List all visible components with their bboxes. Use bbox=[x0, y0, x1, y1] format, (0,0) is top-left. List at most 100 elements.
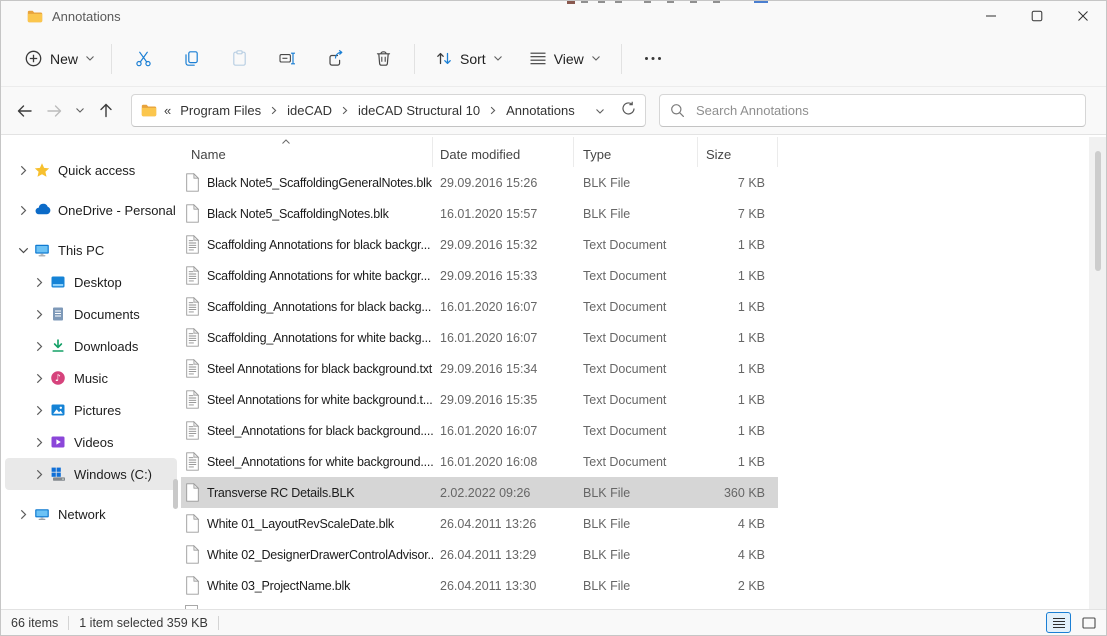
chevron-right-icon[interactable] bbox=[31, 469, 47, 480]
chevron-right-icon[interactable] bbox=[31, 309, 47, 320]
large-icons-view-icon bbox=[1082, 617, 1096, 629]
table-row[interactable]: White 01_LayoutRevScaleDate.blk26.04.201… bbox=[181, 508, 778, 539]
maximize-icon bbox=[1031, 10, 1043, 22]
blk-file-icon bbox=[185, 514, 200, 533]
sidebar-item-downloads[interactable]: Downloads bbox=[5, 330, 177, 362]
toolbar-separator bbox=[414, 44, 415, 74]
table-row[interactable]: Steel Annotations for white background.t… bbox=[181, 384, 778, 415]
breadcrumb-item-annotations[interactable]: Annotations bbox=[505, 101, 576, 120]
column-headers: Name Date modified Type Size bbox=[181, 137, 778, 167]
text-file-icon bbox=[185, 297, 200, 316]
chevron-right-icon[interactable] bbox=[15, 205, 31, 216]
table-row[interactable]: Black Note5_ScaffoldingNotes.blk16.01.20… bbox=[181, 198, 778, 229]
see-more-button[interactable] bbox=[634, 41, 672, 77]
chevron-right-icon[interactable] bbox=[31, 341, 47, 352]
table-row[interactable]: Scaffolding_Annotations for white backg.… bbox=[181, 322, 778, 353]
file-name: White 01_LayoutRevScaleDate.blk bbox=[207, 517, 394, 531]
table-row[interactable]: Scaffolding Annotations for black backgr… bbox=[181, 229, 778, 260]
file-name-cell: Scaffolding Annotations for white backgr… bbox=[181, 266, 433, 285]
view-button[interactable]: View bbox=[520, 45, 610, 73]
file-date: 16.01.2020 16:07 bbox=[433, 331, 574, 345]
tree-chevron-down-icon[interactable] bbox=[15, 247, 31, 254]
paste-button[interactable] bbox=[220, 41, 258, 77]
chevron-right-icon[interactable] bbox=[31, 437, 47, 448]
file-name: White 02_DesignerDrawerControlAdvisor...… bbox=[207, 548, 433, 562]
file-size: 1 KB bbox=[698, 269, 778, 283]
sidebar-item-music[interactable]: ♪Music bbox=[5, 362, 177, 394]
file-size: 1 KB bbox=[698, 331, 778, 345]
breadcrumb-item-idecad-structural-10[interactable]: ideCAD Structural 10 bbox=[357, 101, 481, 120]
column-header-size[interactable]: Size bbox=[698, 137, 778, 167]
table-row[interactable]: Black Note5_ScaffoldingGeneralNotes.blk2… bbox=[181, 167, 778, 198]
refresh-icon bbox=[621, 101, 636, 116]
text-file-icon bbox=[185, 328, 200, 347]
sidebar-item-this-pc[interactable]: This PC bbox=[5, 234, 177, 266]
sidebar-item-videos[interactable]: Videos bbox=[5, 426, 177, 458]
table-row[interactable]: Transverse RC Details.BLK2.02.2022 09:26… bbox=[181, 477, 778, 508]
close-button[interactable] bbox=[1060, 1, 1106, 31]
delete-button[interactable] bbox=[364, 41, 402, 77]
sidebar-item-onedrive-personal[interactable]: OneDrive - Personal bbox=[5, 194, 177, 226]
file-type: Text Document bbox=[574, 238, 698, 252]
pictures-icon bbox=[49, 402, 67, 418]
recent-locations-button[interactable] bbox=[69, 96, 91, 126]
column-header-type[interactable]: Type bbox=[574, 137, 698, 167]
chevron-right-icon[interactable] bbox=[31, 405, 47, 416]
address-dropdown-button[interactable] bbox=[595, 102, 605, 120]
vertical-scrollbar[interactable] bbox=[1089, 137, 1106, 609]
file-name-cell: Black Note5_ScaffoldingGeneralNotes.blk bbox=[181, 173, 433, 192]
copy-button[interactable] bbox=[172, 41, 210, 77]
sidebar-item-quick-access[interactable]: Quick access bbox=[5, 154, 177, 186]
sort-button[interactable]: Sort bbox=[426, 44, 512, 73]
chevron-right-icon[interactable] bbox=[31, 277, 47, 288]
file-name: Steel_Annotations for white background..… bbox=[207, 455, 433, 469]
chevron-right-icon[interactable] bbox=[15, 509, 31, 520]
table-row[interactable]: White 02_DesignerDrawerControlAdvisor...… bbox=[181, 539, 778, 570]
status-bar: 66 items 1 item selected 359 KB bbox=[1, 609, 1106, 635]
maximize-button[interactable] bbox=[1014, 1, 1060, 31]
chevron-right-icon[interactable] bbox=[15, 165, 31, 176]
table-row[interactable]: White 03_ProjectName.blk26.04.2011 13:30… bbox=[181, 570, 778, 601]
titlebar[interactable]: Annotations bbox=[1, 1, 1106, 31]
minimize-button[interactable] bbox=[968, 1, 1014, 31]
new-button[interactable]: New bbox=[15, 43, 104, 74]
file-name-cell: White 03_ProjectName.blk bbox=[181, 576, 433, 595]
cut-button[interactable] bbox=[124, 41, 162, 77]
large-icons-view-button[interactable] bbox=[1076, 612, 1101, 633]
search-input[interactable] bbox=[694, 102, 1075, 119]
file-size: 1 KB bbox=[698, 238, 778, 252]
sidebar-scrollbar-thumb[interactable] bbox=[173, 479, 178, 509]
chevron-right-icon[interactable] bbox=[31, 373, 47, 384]
file-explorer-window: Annotations New Sort View bbox=[0, 0, 1107, 636]
table-row[interactable]: Scaffolding_Annotations for black backg.… bbox=[181, 291, 778, 322]
scrollbar-thumb[interactable] bbox=[1095, 151, 1101, 271]
details-view-button[interactable] bbox=[1046, 612, 1071, 633]
onedrive-cloud-icon bbox=[33, 202, 51, 218]
file-size: 1 KB bbox=[698, 300, 778, 314]
table-row[interactable]: Steel_Annotations for white background..… bbox=[181, 446, 778, 477]
refresh-button[interactable] bbox=[621, 101, 636, 121]
sidebar-item-windows-c[interactable]: Windows (C:) bbox=[5, 458, 177, 490]
back-button[interactable] bbox=[9, 96, 39, 126]
column-header-date-modified[interactable]: Date modified bbox=[433, 137, 574, 167]
svg-text:♪: ♪ bbox=[55, 373, 61, 384]
file-type: BLK File bbox=[574, 517, 698, 531]
rename-button[interactable] bbox=[268, 41, 306, 77]
forward-button[interactable] bbox=[39, 96, 69, 126]
up-button[interactable] bbox=[91, 96, 121, 126]
share-button[interactable] bbox=[316, 41, 354, 77]
computer-icon bbox=[33, 242, 51, 258]
breadcrumb-overflow[interactable]: « bbox=[164, 103, 171, 118]
table-row[interactable]: Steel Annotations for black background.t… bbox=[181, 353, 778, 384]
sidebar-item-network[interactable]: Network bbox=[5, 498, 177, 530]
sidebar-item-desktop[interactable]: Desktop bbox=[5, 266, 177, 298]
downloads-icon bbox=[49, 338, 67, 354]
sidebar-item-pictures[interactable]: Pictures bbox=[5, 394, 177, 426]
breadcrumb-item-idecad[interactable]: ideCAD bbox=[286, 101, 333, 120]
breadcrumb-item-program-files[interactable]: Program Files bbox=[179, 101, 262, 120]
table-row[interactable]: Steel_Annotations for black background..… bbox=[181, 415, 778, 446]
column-header-name[interactable]: Name bbox=[181, 137, 433, 167]
sidebar-item-documents[interactable]: Documents bbox=[5, 298, 177, 330]
table-row[interactable]: Scaffolding Annotations for white backgr… bbox=[181, 260, 778, 291]
address-bar[interactable]: « Program Files ideCAD ideCAD Structural 1… bbox=[131, 94, 646, 127]
